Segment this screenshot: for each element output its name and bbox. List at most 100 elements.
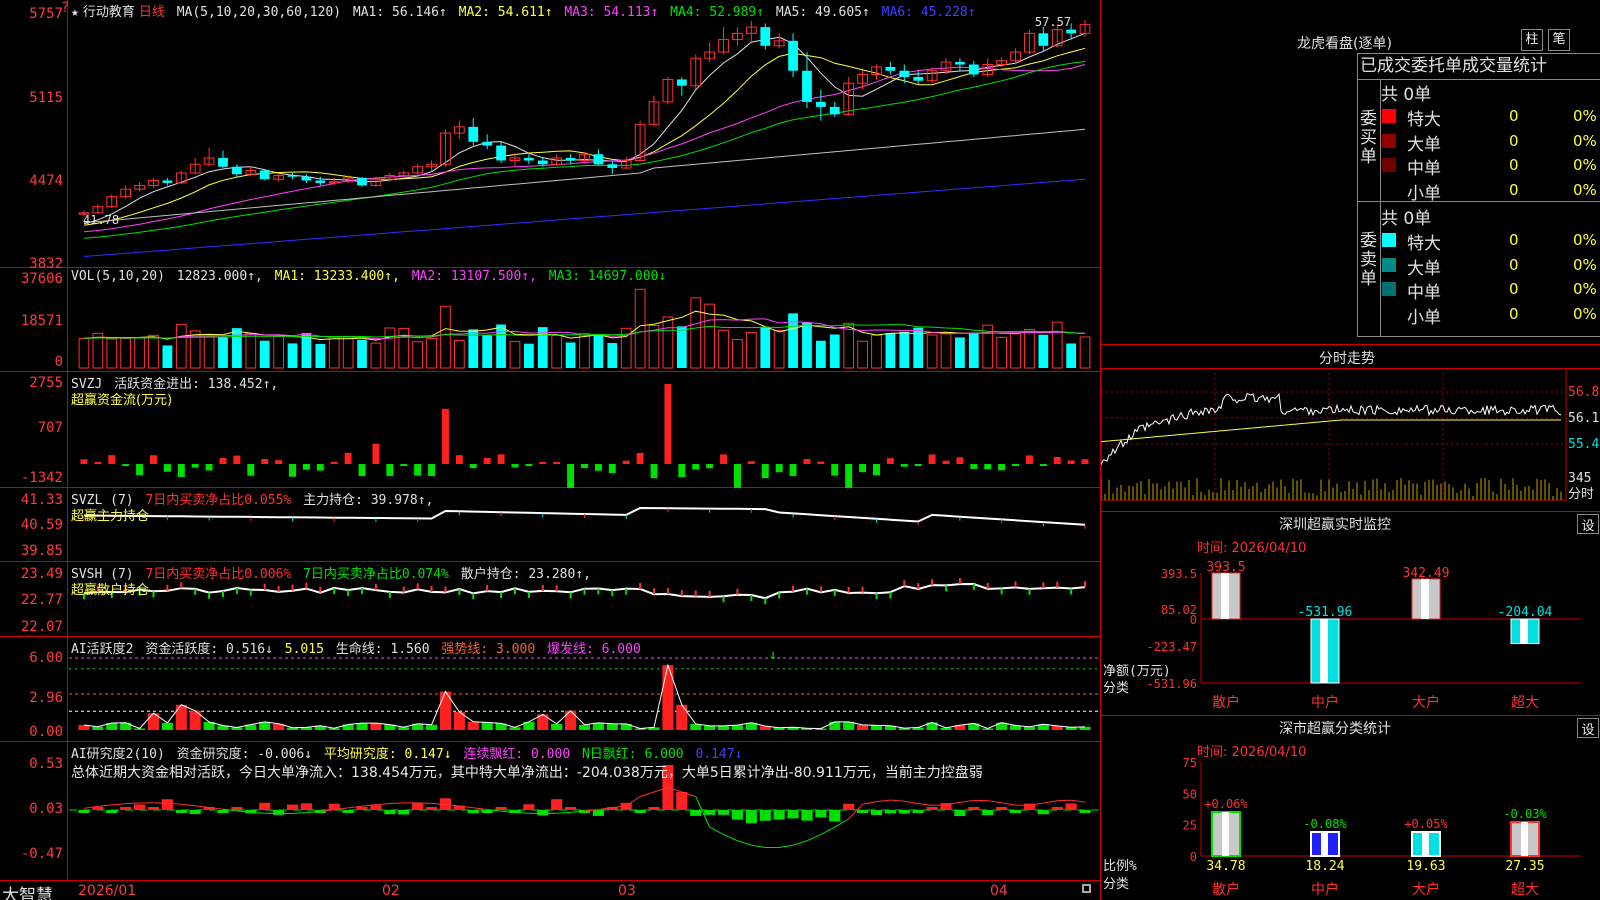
research-bar <box>356 807 368 810</box>
fund-flow-bar <box>678 464 686 478</box>
candle-body <box>315 180 326 183</box>
tab-orders[interactable]: 委托单 <box>1411 56 1462 76</box>
candle-body <box>218 158 228 167</box>
research-line <box>876 799 891 803</box>
activity-arrow: ↓ <box>769 647 777 663</box>
research-bar <box>384 810 396 815</box>
research-bar <box>106 810 118 813</box>
research-line <box>904 800 919 805</box>
ma20-line <box>83 64 1086 233</box>
fund-flow-bar <box>539 462 547 464</box>
favorite-icon[interactable]: ★ <box>71 5 79 20</box>
period-label[interactable]: 日线 <box>139 5 165 20</box>
research-bar <box>690 810 702 816</box>
fund-flow-bar <box>567 464 575 488</box>
fund-flow-bar <box>80 459 88 464</box>
research-bar <box>551 799 563 810</box>
research-line <box>820 826 836 836</box>
svsh-panel: 23.49 22.77 22.07 SVSH (7) 7日内买卖净占比0.006… <box>0 562 1100 637</box>
volume-bar <box>162 345 173 368</box>
research-bar <box>120 807 132 810</box>
buy-row-count: 0 <box>1509 107 1519 125</box>
candle-body <box>829 106 840 115</box>
ai-research-desc1: 资金研究度: -0.006↓ <box>176 747 313 762</box>
ai-active-desc5: 爆发线: 6.000 <box>546 642 641 657</box>
fund-flow-bar <box>497 454 505 464</box>
buy-row-pct: 0% <box>1573 180 1597 199</box>
fund-flow-bar <box>122 464 130 466</box>
intraday-price-line <box>1101 392 1562 465</box>
fund-flow-bar <box>191 464 199 468</box>
ai-active-desc2: 5.015 <box>284 642 324 657</box>
research-line <box>792 840 808 846</box>
ma4-value: MA4: 52.989↑ <box>670 5 765 20</box>
candle-body <box>468 126 479 142</box>
research-line <box>97 804 112 807</box>
volume-bar <box>773 329 785 369</box>
price-header: ★ 行动教育 日线 MA(5,10,20,30,60,120) MA1: 56.14… <box>71 1 980 20</box>
fund-flow-bar <box>622 460 630 464</box>
stock-name[interactable]: 行动教育 <box>83 5 135 20</box>
volume-bar <box>802 322 812 368</box>
fund-flow-bar <box>1012 464 1020 466</box>
fund-flow-bar <box>372 443 380 464</box>
stats-tick: 0 <box>1190 850 1197 864</box>
sell-row-name: 大单 <box>1407 258 1441 279</box>
monitor-category: 中户 <box>1311 694 1339 711</box>
tab-traded[interactable]: 已成交 <box>1360 56 1411 76</box>
volume-bar <box>175 323 187 369</box>
activity-bar <box>175 704 187 730</box>
volume-bar <box>648 324 660 369</box>
stats-settings-button[interactable]: 设 <box>1577 718 1599 738</box>
fund-flow-bar <box>900 464 908 467</box>
fund-flow-bar <box>289 464 296 477</box>
fund-flow-bar <box>344 452 352 464</box>
vol-tick: 18571 <box>20 313 63 329</box>
monitor-ylabel: 净额(万元) <box>1103 664 1171 679</box>
volume-bar <box>816 340 826 368</box>
svzl-tick: 41.33 <box>20 492 63 508</box>
tab-stats[interactable]: 统计 <box>1513 56 1547 76</box>
fund-flow-bar <box>1067 460 1075 464</box>
monitor-settings-button[interactable]: 设 <box>1577 514 1599 534</box>
date-axis: 大智慧 2026/01 02 03 04 <box>0 880 1100 900</box>
research-line <box>292 812 307 814</box>
fund-flow-bar <box>400 464 408 466</box>
help-icon[interactable]: ? <box>62 0 69 16</box>
buy-row-count: 0 <box>1509 180 1519 199</box>
research-bar <box>300 803 312 810</box>
research-line <box>389 802 404 805</box>
tab-volume[interactable]: 成交量 <box>1462 56 1513 76</box>
volume-bar <box>732 339 743 369</box>
ai-active-header: AI活跃度2 <box>71 642 134 657</box>
activity-line <box>83 663 1086 730</box>
bar-view-button[interactable]: 柱 <box>1521 29 1543 51</box>
sell-row-pct: 0% <box>1573 255 1597 274</box>
fund-flow-bar <box>831 464 839 476</box>
svzj-tick: 2755 <box>29 375 63 391</box>
monitor-category: 大户 <box>1412 694 1440 711</box>
research-line <box>932 804 947 806</box>
brand-logo: 大智慧 <box>2 886 53 900</box>
volume-bar <box>1066 343 1077 368</box>
intraday-chart: 56.86 56.15 55.44 345分时 <box>1101 368 1600 502</box>
volume-bar <box>412 341 424 369</box>
fund-flow-bar <box>650 464 658 479</box>
stats-bar-highlight <box>1521 822 1528 856</box>
ma30-line <box>83 61 1086 239</box>
research-line <box>806 834 822 842</box>
candle-body <box>593 154 604 165</box>
pen-view-button[interactable]: 笔 <box>1548 29 1570 51</box>
fund-flow-bar <box>594 464 602 471</box>
candlestick-chart[interactable]: 57.57 41.78 <box>69 0 1100 267</box>
research-bar <box>1037 810 1049 815</box>
volume-bar <box>676 326 687 368</box>
ai-active-tick: 0.00 <box>29 724 63 740</box>
activity-bar <box>467 721 479 730</box>
fund-flow-bar <box>845 464 853 488</box>
lock-icon[interactable] <box>1082 884 1091 893</box>
fund-flow-bar <box>581 464 588 468</box>
fund-flow-bar <box>720 454 728 464</box>
monitor-title: 深圳超赢实时监控 <box>1279 517 1391 533</box>
vol-ma2: MA2: 13107.500↑, <box>411 269 537 284</box>
